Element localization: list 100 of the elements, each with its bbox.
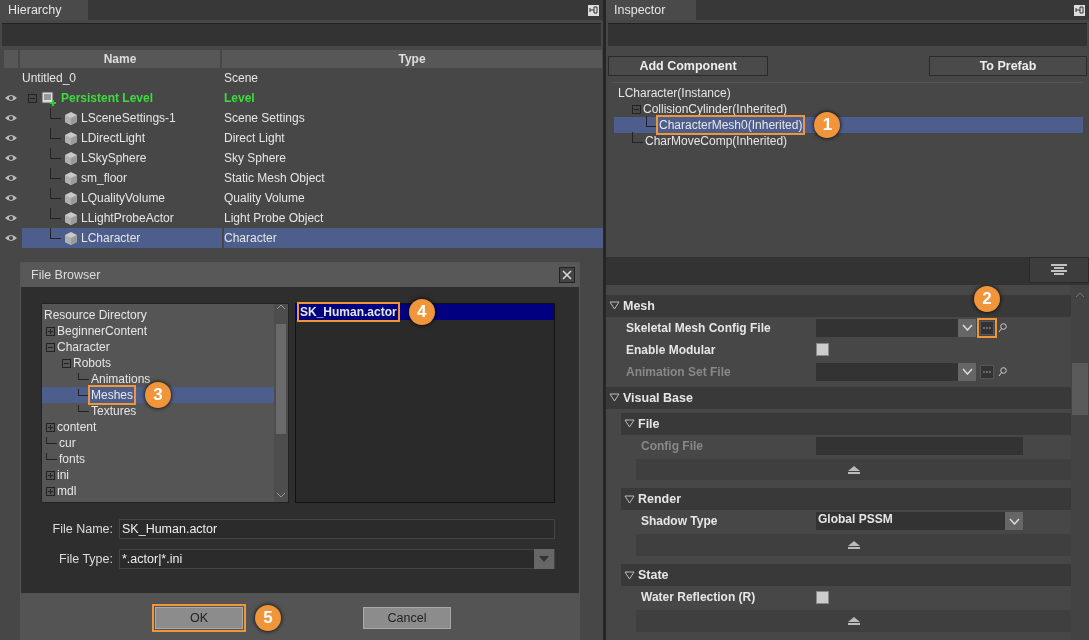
collapse-up-icon[interactable]: [847, 465, 860, 474]
ellipsis-icon: [983, 326, 991, 329]
dropdown-arrow-icon: [539, 556, 549, 562]
folder-item[interactable]: ini: [57, 468, 69, 482]
folder-item[interactable]: Character: [57, 340, 110, 354]
folder-item[interactable]: cur: [59, 436, 76, 450]
folder-item[interactable]: BeginnerContent: [57, 324, 148, 338]
cube-icon: [65, 211, 77, 225]
component-item[interactable]: CharacterMesh0(Inherited): [659, 118, 803, 132]
folder-item[interactable]: Meshes: [91, 388, 134, 402]
folder-item[interactable]: Resource Directory: [44, 308, 147, 322]
component-item[interactable]: LCharacter(Instance): [618, 86, 731, 100]
row-name[interactable]: LLightProbeActor: [81, 211, 174, 225]
row-name[interactable]: LSkySphere: [81, 151, 147, 165]
row-type: Sky Sphere: [224, 151, 287, 165]
scroll-thumb[interactable]: [1072, 363, 1088, 415]
callout-badge: 3: [145, 382, 172, 408]
row-type: Direct Light: [224, 131, 285, 145]
chevron-icon: [961, 324, 973, 332]
collapse-icon[interactable]: [624, 419, 635, 429]
file-field[interactable]: [816, 362, 976, 381]
collapse-icon[interactable]: [624, 570, 635, 580]
collapse-icon[interactable]: [624, 494, 635, 504]
file-item[interactable]: SK_Human.actor: [300, 305, 397, 319]
eye-icon[interactable]: [5, 234, 17, 242]
component-item[interactable]: CharMoveComp(Inherited): [645, 134, 788, 148]
checkbox[interactable]: [816, 590, 829, 604]
ellipsis-icon: [983, 370, 991, 373]
row-type: Quality Volume: [224, 191, 305, 205]
column-header[interactable]: Name: [20, 50, 220, 68]
eye-icon[interactable]: [5, 134, 17, 142]
pin-icon[interactable]: [1074, 4, 1085, 16]
row-type: Character: [224, 231, 277, 245]
row-type: Light Probe Object: [224, 211, 324, 225]
group-header[interactable]: State: [638, 568, 669, 583]
inspector-button[interactable]: Add Component: [608, 56, 768, 76]
file-type-dropdown[interactable]: *.actor|*.ini: [119, 549, 555, 569]
collapse-up-icon[interactable]: [847, 617, 860, 626]
folder-item[interactable]: mdl: [57, 484, 77, 498]
eye-icon[interactable]: [5, 94, 17, 102]
cube-icon: [65, 111, 77, 125]
chevron-icon: [961, 368, 973, 376]
folder-item[interactable]: fonts: [59, 452, 85, 466]
dialog-title: File Browser: [31, 268, 101, 282]
callout-badge: 2: [974, 285, 1000, 312]
column-header[interactable]: Type: [222, 50, 602, 68]
dropdown[interactable]: Global PSSM: [816, 512, 1023, 531]
folder-item[interactable]: Textures: [91, 404, 137, 418]
eye-icon[interactable]: [5, 174, 17, 182]
row-name[interactable]: LQualityVolume: [81, 191, 166, 205]
folder-item[interactable]: content: [57, 420, 97, 434]
row-name[interactable]: sm_floor: [81, 171, 127, 185]
cube-icon: [65, 131, 77, 145]
row-type: Scene Settings: [224, 111, 305, 125]
search-icon[interactable]: [998, 366, 1007, 377]
property-label: Animation Set File: [625, 364, 732, 379]
cube-icon: [65, 151, 77, 165]
file-field[interactable]: [816, 318, 976, 337]
row-name[interactable]: Persistent Level: [61, 91, 154, 105]
collapse-up-icon[interactable]: [847, 541, 860, 550]
row-name[interactable]: LDirectLight: [81, 131, 146, 145]
row-type: Static Mesh Object: [224, 171, 325, 185]
panel-tab[interactable]: Hierarchy: [0, 0, 88, 20]
checkbox[interactable]: [816, 343, 829, 357]
eye-icon[interactable]: [5, 214, 17, 222]
collapse-icon[interactable]: [609, 393, 620, 403]
cube-icon: [65, 171, 77, 185]
chevron-icon: [1008, 517, 1020, 525]
eye-icon[interactable]: [5, 114, 17, 122]
folder-item[interactable]: Robots: [73, 356, 112, 370]
dialog-button[interactable]: Cancel: [363, 607, 451, 629]
section-header[interactable]: Visual Base: [623, 390, 693, 405]
callout-badge: 5: [255, 605, 281, 631]
inspector-button[interactable]: To Prefab: [929, 56, 1087, 76]
scrollbar[interactable]: [1071, 285, 1089, 640]
scrollbar[interactable]: [274, 304, 288, 502]
group-header[interactable]: File: [638, 416, 660, 431]
panel-tab[interactable]: Inspector: [606, 0, 696, 20]
close-button[interactable]: [559, 267, 575, 283]
row-type: Level: [224, 91, 255, 105]
property-label: Config File: [640, 438, 704, 453]
align-button[interactable]: [1029, 257, 1089, 283]
eye-icon[interactable]: [5, 154, 17, 162]
dialog-button[interactable]: OK: [155, 607, 243, 629]
row-type: Scene: [224, 71, 259, 85]
eye-icon[interactable]: [5, 194, 17, 202]
layers-icon: [41, 90, 57, 106]
property-label: Water Reflection (R): [640, 590, 757, 605]
row-name[interactable]: Untitled_0: [22, 71, 77, 85]
row-name[interactable]: LSceneSettings-1: [81, 111, 176, 125]
group-header[interactable]: Render: [638, 492, 682, 507]
property-label: Skeletal Mesh Config File: [625, 320, 772, 335]
section-header[interactable]: Mesh: [623, 298, 655, 313]
component-item[interactable]: CollisionCylinder(Inherited): [643, 102, 788, 116]
search-icon[interactable]: [998, 322, 1007, 333]
collapse-icon[interactable]: [609, 301, 620, 311]
file-name-field[interactable]: SK_Human.actor: [119, 519, 555, 539]
property-label: Shadow Type: [640, 514, 719, 529]
cube-icon: [65, 231, 77, 245]
pin-icon[interactable]: [588, 4, 599, 16]
